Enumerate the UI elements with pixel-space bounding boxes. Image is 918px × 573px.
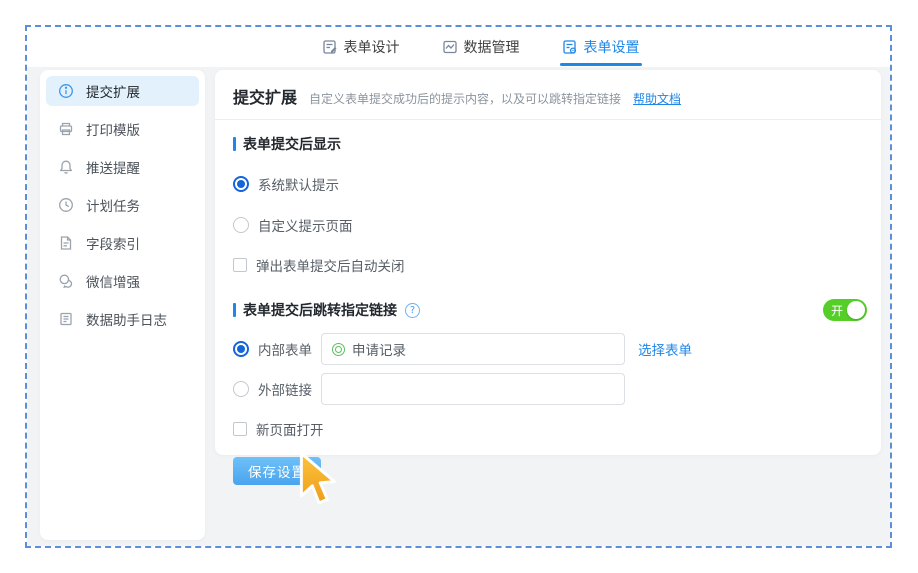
sidebar-item-push-reminder[interactable]: 推送提醒 [46, 152, 199, 182]
data-manage-icon [442, 39, 458, 55]
sidebar-item-print-template[interactable]: 打印模版 [46, 114, 199, 144]
section-header-redirect: 表单提交后跳转指定链接 ? 开 [233, 299, 863, 321]
radio-row-custom-page[interactable]: 自定义提示页面 [233, 215, 863, 235]
redirect-toggle-on[interactable]: 开 [823, 299, 867, 321]
form-settings-icon [562, 39, 578, 55]
file-icon [58, 235, 74, 251]
form-design-icon [322, 39, 338, 55]
toggle-on-label: 开 [831, 302, 843, 319]
panel-content: 表单提交后显示 系统默认提示 自定义提示页面 弹出表单提交后自动关闭 [215, 120, 881, 485]
form-target-icon [332, 343, 345, 356]
sidebar-item-wechat-enhance[interactable]: 微信增强 [46, 266, 199, 296]
radio-custom-page[interactable] [233, 217, 249, 233]
internal-form-row: 内部表单 申请记录 选择表单 [233, 333, 863, 365]
radio-system-default[interactable] [233, 176, 249, 192]
workspace: 提交扩展 打印模版 推送提醒 计划任务 [27, 67, 890, 546]
clock-icon [58, 197, 74, 213]
checkbox-newpage[interactable] [233, 422, 247, 436]
section-bar-icon [233, 137, 236, 151]
radio-label: 外部链接 [258, 379, 312, 399]
help-question-icon[interactable]: ? [405, 303, 420, 318]
wechat-icon [58, 273, 74, 289]
radio-external-link[interactable] [233, 381, 249, 397]
tab-data-manage[interactable]: 数据管理 [442, 28, 520, 66]
settings-sidebar: 提交扩展 打印模版 推送提醒 计划任务 [40, 70, 205, 540]
radio-label: 系统默认提示 [258, 174, 339, 194]
log-icon [58, 311, 74, 327]
radio-row-system-default[interactable]: 系统默认提示 [233, 174, 863, 194]
tab-form-design[interactable]: 表单设计 [322, 28, 400, 66]
sidebar-item-submit-extension[interactable]: 提交扩展 [46, 76, 199, 106]
sidebar-item-label: 打印模版 [86, 119, 140, 139]
info-icon [58, 83, 74, 99]
internal-form-value: 申请记录 [352, 339, 406, 359]
sidebar-item-scheduled-tasks[interactable]: 计划任务 [46, 190, 199, 220]
section-title-redirect: 表单提交后跳转指定链接 ? [233, 300, 420, 320]
toggle-knob [847, 301, 865, 319]
sidebar-item-label: 微信增强 [86, 271, 140, 291]
sidebar-item-data-assistant-log[interactable]: 数据助手日志 [46, 304, 199, 334]
page-subtitle: 自定义表单提交成功后的提示内容，以及可以跳转指定链接 [309, 90, 621, 107]
sidebar-item-label: 计划任务 [86, 195, 140, 215]
select-form-link[interactable]: 选择表单 [638, 339, 692, 359]
sidebar-item-label: 提交扩展 [86, 81, 140, 101]
section-bar-icon [233, 303, 236, 317]
save-settings-button[interactable]: 保存设置 [233, 457, 321, 485]
printer-icon [58, 121, 74, 137]
radio-label: 自定义提示页面 [258, 215, 353, 235]
checkbox-row-autoclose[interactable]: 弹出表单提交后自动关闭 [233, 255, 863, 275]
tab-label: 数据管理 [464, 37, 520, 57]
app-frame: 表单设计 数据管理 表单设置 提交扩展 [25, 25, 892, 548]
bell-icon [58, 159, 74, 175]
checkbox-label: 弹出表单提交后自动关闭 [256, 255, 405, 275]
external-link-input[interactable] [321, 373, 625, 405]
tab-label: 表单设计 [344, 37, 400, 57]
checkbox-autoclose[interactable] [233, 258, 247, 272]
external-link-row: 外部链接 [233, 373, 863, 405]
sidebar-item-label: 数据助手日志 [86, 309, 167, 329]
sidebar-item-label: 字段索引 [86, 233, 140, 253]
panel-header: 提交扩展 自定义表单提交成功后的提示内容，以及可以跳转指定链接 帮助文档 [215, 70, 881, 119]
sidebar-item-label: 推送提醒 [86, 157, 140, 177]
page-title: 提交扩展 [233, 84, 297, 108]
internal-form-input[interactable]: 申请记录 [321, 333, 625, 365]
tab-form-settings[interactable]: 表单设置 [562, 28, 640, 66]
checkbox-label: 新页面打开 [256, 419, 324, 439]
checkbox-row-newpage[interactable]: 新页面打开 [233, 419, 863, 439]
section-title-after-submit: 表单提交后显示 [233, 134, 863, 154]
radio-internal-form[interactable] [233, 341, 249, 357]
radio-label: 内部表单 [258, 339, 312, 359]
tab-label: 表单设置 [584, 37, 640, 57]
top-tab-bar: 表单设计 数据管理 表单设置 [27, 27, 890, 67]
sidebar-item-field-index[interactable]: 字段索引 [46, 228, 199, 258]
help-doc-link[interactable]: 帮助文档 [633, 90, 681, 107]
settings-main-panel: 提交扩展 自定义表单提交成功后的提示内容，以及可以跳转指定链接 帮助文档 表单提… [215, 70, 881, 455]
